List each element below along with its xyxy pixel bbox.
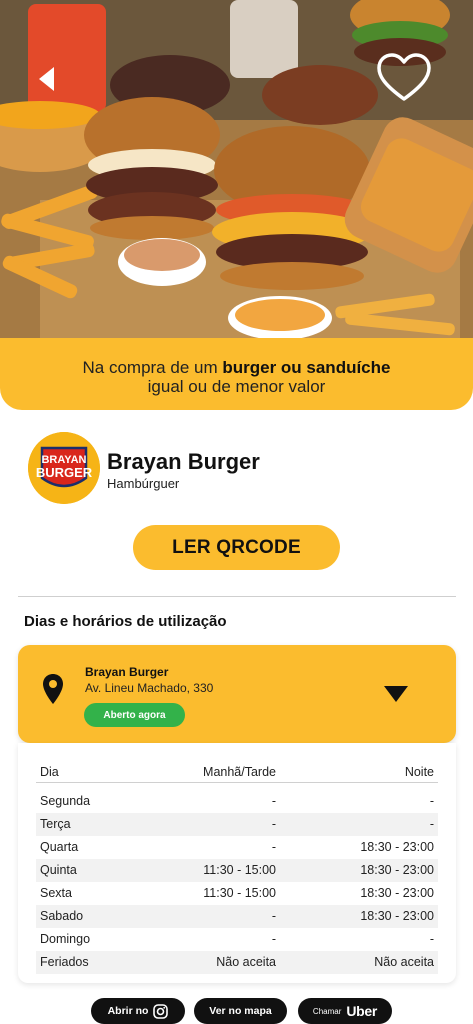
cell-night: 18:30 - 23:00: [360, 840, 434, 854]
chevron-down-icon[interactable]: [383, 685, 409, 703]
divider: [18, 596, 456, 597]
brayan-burger-logo: BRAYAN BURGER: [28, 432, 100, 504]
header-night: Noite: [404, 765, 434, 779]
open-instagram-button[interactable]: Abrir no: [91, 998, 185, 1024]
header-morning-afternoon: Manhã/Tarde: [203, 765, 276, 779]
cell-mid: -: [271, 840, 276, 854]
table-row: Terça - -: [36, 813, 438, 836]
call-uber-button[interactable]: Chamar Uber: [298, 998, 392, 1024]
cell-mid: -: [271, 909, 276, 923]
cell-day: Sabado: [40, 909, 84, 923]
store-category: Hambúrguer: [107, 476, 180, 491]
cell-mid: 11:30 - 15:00: [203, 863, 276, 877]
cell-mid: -: [271, 794, 276, 808]
cell-mid: -: [271, 817, 276, 831]
cell-day: Sexta: [40, 886, 72, 900]
table-header: Dia Manhã/Tarde Noite: [36, 761, 438, 783]
store-logo: BRAYAN BURGER: [28, 432, 100, 504]
promo-banner: Na compra de um burger ou sanduíche igua…: [0, 338, 473, 410]
cell-night: Não aceita: [374, 955, 434, 969]
back-button[interactable]: [34, 64, 60, 94]
location-address: Av. Lineu Machado, 330: [85, 681, 214, 695]
table-row: Sexta 11:30 - 15:00 18:30 - 23:00: [36, 882, 438, 905]
table-row: Segunda - -: [36, 790, 438, 813]
favorite-button[interactable]: [376, 52, 432, 104]
promo-line-2: igual ou de menor valor: [147, 377, 326, 396]
location-card[interactable]: Brayan Burger Av. Lineu Machado, 330 Abe…: [18, 645, 456, 743]
open-map-button[interactable]: Ver no mapa: [194, 998, 287, 1024]
section-title: Dias e horários de utilização: [24, 613, 227, 630]
store-name: Brayan Burger: [107, 449, 260, 474]
cell-day: Quinta: [40, 863, 77, 877]
cell-day: Feriados: [40, 955, 89, 969]
cell-mid: -: [271, 932, 276, 946]
cell-night: -: [429, 932, 434, 946]
table-row: Sabado - 18:30 - 23:00: [36, 905, 438, 928]
header-day: Dia: [40, 765, 59, 779]
table-row: Feriados Não aceita Não aceita: [36, 951, 438, 974]
instagram-button-label: Abrir no: [107, 1005, 149, 1017]
cell-mid: Não aceita: [216, 955, 276, 969]
read-qrcode-button[interactable]: LER QRCODE: [133, 525, 340, 570]
cell-night: 18:30 - 23:00: [360, 909, 434, 923]
cell-night: 18:30 - 23:00: [360, 863, 434, 877]
cell-night: 18:30 - 23:00: [360, 886, 434, 900]
cell-night: -: [429, 794, 434, 808]
instagram-icon: [153, 1003, 169, 1019]
svg-text:BURGER: BURGER: [36, 465, 93, 480]
status-badge: Aberto agora: [84, 703, 185, 727]
heart-icon: [377, 53, 431, 101]
cell-day: Terça: [40, 817, 71, 831]
table-row: Quinta 11:30 - 15:00 18:30 - 23:00: [36, 859, 438, 882]
table-row: Domingo - -: [36, 928, 438, 951]
cell-day: Domingo: [40, 932, 91, 946]
cell-day: Segunda: [40, 794, 91, 808]
table-row: Quarta - 18:30 - 23:00: [36, 836, 438, 859]
location-pin-icon: [43, 674, 63, 704]
hero-food-image: [0, 0, 473, 372]
uber-logo-text: Uber: [346, 1003, 378, 1019]
back-arrow-icon: [39, 67, 54, 91]
uber-prefix: Chamar: [312, 1006, 342, 1016]
location-name: Brayan Burger: [85, 665, 169, 679]
cell-day: Quarta: [40, 840, 79, 854]
schedule-table: Dia Manhã/Tarde Noite Segunda - - Terça …: [18, 743, 456, 983]
promo-prefix: Na compra de um: [82, 358, 223, 377]
promo-highlight: burger ou sanduíche: [222, 358, 391, 377]
cell-mid: 11:30 - 15:00: [203, 886, 276, 900]
cell-night: -: [429, 817, 434, 831]
promo-line-1: Na compra de um burger ou sanduíche: [0, 358, 473, 377]
